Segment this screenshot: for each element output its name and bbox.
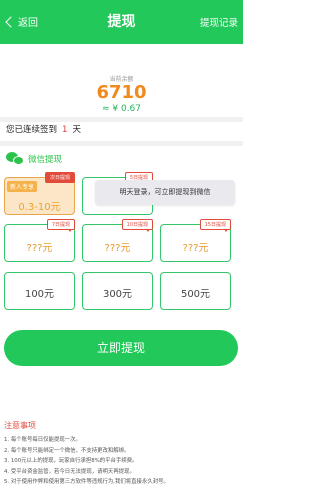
signin-suffix: 天 [72, 125, 81, 135]
option-amount: ???元 [104, 243, 131, 254]
signin-streak: 您已连续签到 1 天 [6, 123, 81, 135]
option-tag: 10日提现 [121, 219, 153, 232]
option-card-300[interactable]: 300元 [82, 272, 153, 310]
withdraw-records-link[interactable]: 提现记录 [200, 15, 238, 29]
section-divider [0, 117, 243, 122]
note-item: 2. 每个账号只能绑定一个微信，不支持更改和解绑。 [4, 447, 130, 454]
notes-title: 注意事项 [4, 421, 36, 430]
option-tag: 次日提现 [44, 172, 75, 183]
signin-days: 1 [62, 125, 68, 135]
tooltip: 明天登录，可立即提现到微信 [95, 180, 235, 205]
top-bar: 返回 提现 提现记录 [0, 0, 243, 44]
option-amount: 500元 [180, 289, 211, 300]
option-tag: 15日提现 [199, 219, 231, 232]
note-item: 1. 每个账号每日仅能提现一次。 [4, 437, 81, 443]
option-tag-text: 10日提现 [126, 222, 148, 228]
wechat-method: 微信提现 [6, 152, 62, 166]
option-card-7-day[interactable]: 7日提现 ???元 [4, 219, 75, 262]
note-item: 5. 对于使用作弊和使用第三方软件等违规行为,我们将直接永久封号。 [4, 479, 169, 485]
section-divider [0, 141, 243, 146]
option-card-15-day[interactable]: 15日提现 ???元 [160, 219, 231, 262]
signin-prefix: 您已连续签到 [6, 125, 58, 135]
withdraw-now-button[interactable]: 立即提现 [4, 330, 238, 366]
note-item: 3. 100元以上的提现，玩家自行承担8%的平台手续费。 [4, 458, 138, 464]
option-tag-text: 7日提现 [51, 222, 70, 228]
option-amount: 0.3-10元 [18, 202, 61, 213]
option-tag-text: 15日提现 [204, 222, 226, 228]
wechat-icon [6, 152, 24, 166]
option-tag: 7日提现 [46, 219, 75, 232]
newbie-badge: 新人专享 [7, 181, 38, 192]
option-card-500[interactable]: 500元 [160, 272, 231, 310]
option-card-10-day[interactable]: 10日提现 ???元 [82, 219, 153, 262]
option-card-100[interactable]: 100元 [4, 272, 75, 310]
balance-cny-value: ≈ ¥ 0.67 [101, 104, 142, 114]
note-item: 4. 受平台资金监管，若今日无法提现，请明天再提现。 [4, 468, 135, 475]
option-amount: 300元 [102, 289, 133, 300]
option-amount: 100元 [24, 289, 55, 300]
option-card-next-day[interactable]: 新人专享 次日提现 0.3-10元 [4, 172, 75, 215]
option-amount: ???元 [182, 243, 209, 254]
wechat-method-label: 微信提现 [28, 155, 63, 165]
notes-list: 1. 每个账号每日仅能提现一次。 2. 每个账号只能绑定一个微信，不支持更改和解… [4, 435, 240, 488]
balance-value: 6710 [96, 82, 147, 103]
option-amount: ???元 [26, 243, 53, 254]
